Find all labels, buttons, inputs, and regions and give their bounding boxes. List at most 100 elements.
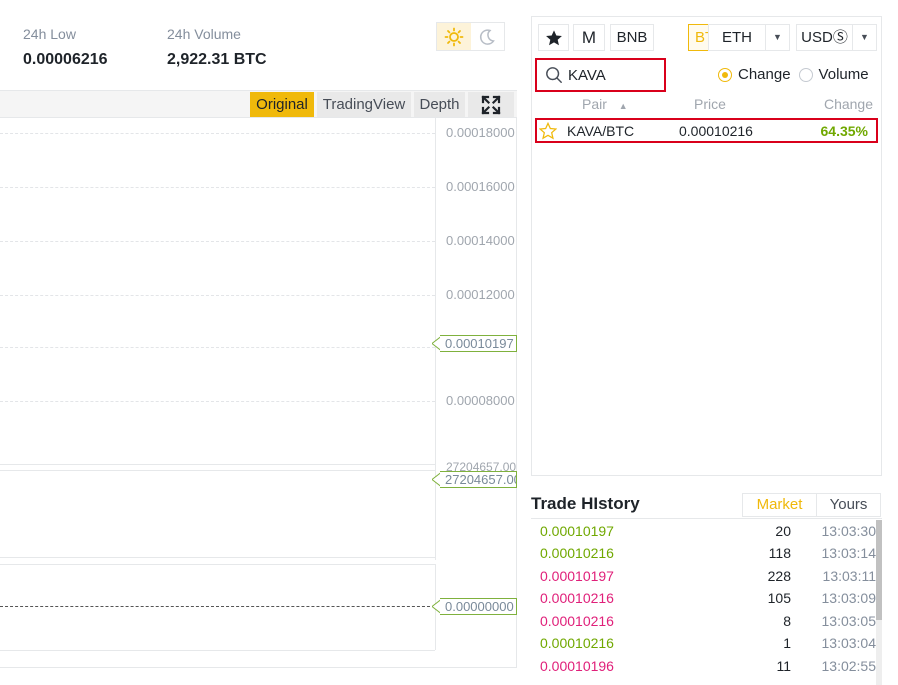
indicator-line	[0, 606, 435, 607]
trade-time: 13:03:14	[821, 545, 877, 561]
trade-time: 13:03:04	[821, 635, 877, 651]
search-icon	[546, 67, 562, 83]
trade-time: 13:03:05	[821, 613, 877, 629]
sort-volume-option[interactable]: Volume	[798, 66, 869, 83]
sort-volume-label: Volume	[818, 66, 869, 83]
trade-qty: 118	[768, 545, 791, 561]
pair-list-header: Pair ▲ Price Change	[532, 96, 881, 116]
indicator-tag: 0.00000000	[440, 598, 517, 615]
table-row: 0.00010197 20 13:03:30	[531, 521, 876, 543]
trade-time: 13:03:09	[821, 590, 877, 606]
radio-unselected-icon[interactable]	[798, 67, 813, 82]
table-row: 0.00010197 228 13:03:11	[531, 566, 876, 588]
sort-change-option[interactable]: Change	[718, 66, 791, 83]
sort-change-label: Change	[738, 66, 791, 83]
chevron-down-icon[interactable]: ▼	[765, 25, 789, 50]
volume-tag: 27204657.00	[440, 471, 517, 488]
table-row: 0.00010216 105 13:03:09	[531, 588, 876, 610]
quote-eth-dropdown[interactable]: ETH ▼	[708, 24, 790, 51]
panel-separator	[0, 470, 435, 471]
column-price[interactable]: Price	[694, 96, 726, 112]
grid-line	[0, 187, 435, 188]
stat-24h-low-label: 24h Low	[23, 26, 76, 42]
chevron-down-icon[interactable]: ▼	[852, 25, 876, 50]
pair-search[interactable]	[535, 58, 666, 92]
grid-line	[0, 401, 435, 402]
stat-24h-low-value: 0.00006216	[23, 51, 108, 68]
trade-price: 0.00010216	[540, 590, 614, 606]
table-row: 0.00010216 118 13:03:14	[531, 543, 876, 565]
quote-eth-label: ETH	[722, 29, 752, 46]
market-panel: M BNB BTC ETH ▼ USDⓈ ▼ Change Volume Pai…	[531, 16, 882, 476]
sun-icon	[444, 27, 464, 46]
table-row: 0.00010216 8 13:03:05	[531, 611, 876, 633]
panel-separator	[0, 650, 435, 651]
stat-24h-volume-value: 2,922.31 BTC	[167, 51, 267, 68]
current-price-tag: 0.00010197	[440, 335, 517, 352]
quote-bnb-button[interactable]: BNB	[610, 24, 654, 51]
dark-theme-button[interactable]	[471, 23, 505, 50]
panel-separator	[0, 464, 435, 465]
tab-market-trades[interactable]: Market	[743, 494, 817, 516]
star-icon	[545, 29, 562, 45]
price-tick: 0.00008000	[446, 393, 515, 408]
pair-change: 64.35%	[820, 123, 868, 139]
trade-price: 0.00010196	[540, 658, 614, 674]
grid-line	[0, 241, 435, 242]
tab-depth[interactable]: Depth	[414, 92, 465, 117]
price-tick: 0.00012000	[446, 287, 515, 302]
price-tick: 0.00016000	[446, 179, 515, 194]
table-row: 0.00010196 11 13:02:55	[531, 656, 876, 678]
margin-button[interactable]: M	[573, 24, 605, 51]
trade-time: 13:02:55	[821, 658, 877, 674]
price-chart[interactable]: 0.00018000 0.00016000 0.00014000 0.00012…	[0, 118, 517, 668]
trade-qty: 105	[767, 590, 791, 606]
trade-price: 0.00010216	[540, 613, 614, 629]
quote-usd-dropdown[interactable]: USDⓈ ▼	[796, 24, 877, 51]
trade-qty: 1	[783, 635, 791, 651]
panel-separator	[0, 557, 435, 558]
stat-24h-volume: 24h Volume 2,922.31 BTC	[167, 26, 267, 69]
column-pair[interactable]: Pair ▲	[582, 96, 628, 112]
theme-toggle	[436, 22, 505, 51]
sort-mode: Change Volume	[718, 66, 877, 83]
price-tick: 0.00014000	[446, 233, 515, 248]
tab-tradingview[interactable]: TradingView	[317, 92, 411, 117]
pair-name: KAVA/BTC	[567, 123, 635, 139]
chart-toolbar: Original TradingView Depth	[0, 90, 517, 118]
light-theme-button[interactable]	[437, 23, 471, 50]
star-outline-icon[interactable]	[538, 121, 558, 143]
radio-selected-icon[interactable]	[718, 67, 732, 82]
trade-qty: 8	[783, 613, 791, 629]
trade-price: 0.00010197	[540, 523, 614, 539]
pair-price: 0.00010216	[679, 123, 753, 139]
trade-qty: 228	[767, 568, 791, 584]
search-input[interactable]	[568, 66, 658, 84]
trade-time: 13:03:30	[821, 523, 877, 539]
table-row: 0.00010216 1 13:03:04	[531, 633, 876, 655]
expand-icon	[481, 94, 501, 115]
trade-price: 0.00010197	[540, 568, 614, 584]
favorites-button[interactable]	[538, 24, 569, 51]
stat-24h-volume-label: 24h Volume	[167, 26, 241, 42]
trade-price: 0.00010216	[540, 545, 614, 561]
trade-history-list: 0.00010197 20 13:03:30 0.00010216 118 13…	[531, 518, 882, 685]
trade-history-tabs: Market Yours	[742, 493, 881, 517]
fullscreen-button[interactable]	[468, 92, 514, 117]
grid-line	[0, 133, 435, 134]
grid-line	[0, 295, 435, 296]
panel-separator	[0, 564, 435, 565]
quote-usd-label: USDⓈ	[801, 29, 848, 46]
trade-history-scrollbar[interactable]	[876, 520, 882, 620]
moon-icon	[480, 28, 496, 45]
tab-original[interactable]: Original	[250, 92, 314, 117]
tab-your-trades[interactable]: Yours	[817, 494, 880, 516]
trade-price: 0.00010216	[540, 635, 614, 651]
trade-qty: 20	[775, 523, 791, 539]
price-tick: 0.00018000	[446, 125, 515, 140]
trade-history-title: Trade HIstory	[531, 494, 640, 513]
column-change[interactable]: Change	[824, 96, 873, 112]
grid-line	[0, 347, 435, 348]
stat-24h-low: 24h Low 0.00006216	[23, 26, 108, 69]
pair-row[interactable]: KAVA/BTC 0.00010216 64.35%	[535, 118, 878, 143]
